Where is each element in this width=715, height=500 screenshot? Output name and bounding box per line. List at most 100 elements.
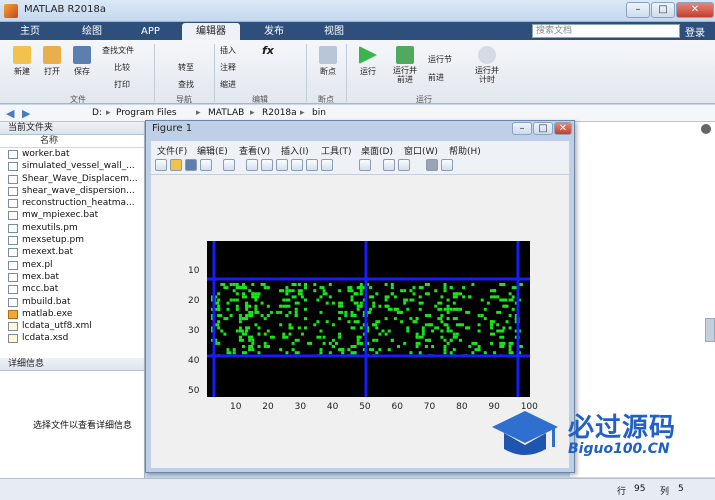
dot-mark [232,348,236,352]
tab-editor[interactable]: 编辑器 [182,23,240,40]
indent-button[interactable]: 缩进 [220,79,236,90]
dot-mark [452,292,458,296]
dot-mark [220,283,226,286]
run-section-button[interactable]: 运行节 [428,54,452,65]
close-icon[interactable] [701,124,711,134]
column-header-name[interactable]: 名称 [0,135,144,148]
dot-mark [480,314,484,317]
new-button[interactable]: 新建 [8,46,36,77]
breakpoints-button[interactable]: 断点 [314,46,342,77]
run-and-time-button[interactable]: 运行并 计时 [472,46,502,84]
file-item[interactable]: mcc.bat [0,283,144,295]
rotate-icon[interactable] [291,159,303,171]
dot-mark [297,289,303,293]
file-item[interactable]: lcdata.xsd [0,332,144,344]
path-drive[interactable]: D: [92,108,102,118]
insert-button[interactable]: 插入 [220,45,236,56]
show-plot-tools-icon[interactable] [441,159,453,171]
figure-minimize-button[interactable]: – [512,122,532,135]
search-input[interactable]: 搜索文档 [532,24,680,38]
zoom-out-icon[interactable] [261,159,273,171]
dot-mark [372,304,376,308]
hide-plot-tools-icon[interactable] [426,159,438,171]
find-button[interactable]: 查找 [178,79,194,90]
tab-home[interactable]: 主页 [6,23,54,40]
save-button[interactable]: 保存 [68,46,96,77]
comment-button[interactable]: 注释 [220,62,236,73]
file-item[interactable]: shear_wave_dispersion... [0,185,144,197]
dot-mark [462,295,466,299]
file-item[interactable]: matlab.exe [0,308,144,320]
login-link[interactable]: 登录 [685,24,705,39]
tab-view[interactable]: 视图 [310,23,358,40]
mat-file-icon [8,162,18,172]
file-item[interactable]: mexutils.pm [0,222,144,234]
zoom-in-icon[interactable] [246,159,258,171]
file-item[interactable]: mex.pl [0,259,144,271]
dot-mark [421,326,425,330]
file-item[interactable]: worker.bat [0,148,144,160]
file-item[interactable]: mexext.bat [0,246,144,258]
file-item[interactable]: simulated_vessel_wall_... [0,160,144,172]
open-icon[interactable] [170,159,182,171]
run-advance-button[interactable]: 运行并 前进 [390,46,420,84]
dot-mark [338,348,342,352]
file-item[interactable]: lcdata_utf8.xml [0,320,144,332]
dot-mark [387,307,393,311]
close-button[interactable]: ✕ [676,2,714,18]
tab-plots[interactable]: 绘图 [68,23,116,40]
compare-button[interactable]: 比较 [114,62,130,73]
forward-arrow-icon[interactable]: ▶ [22,107,30,120]
pan-icon[interactable] [276,159,288,171]
scrollbar-thumb[interactable] [705,318,715,342]
find-files-button[interactable]: 查找文件 [102,45,134,56]
minimize-button[interactable]: – [626,2,650,18]
file-item[interactable]: mex.bat [0,271,144,283]
file-name: mbuild.bat [22,296,71,307]
open-button[interactable]: 打开 [38,46,66,77]
dot-mark [297,292,303,296]
dot-mark [424,323,428,327]
run-advance-icon [396,46,414,64]
dot-mark [319,310,323,314]
tab-apps[interactable]: APP [127,23,174,40]
print-button[interactable]: 打印 [114,79,130,90]
stopwatch-icon [478,46,496,64]
path-segment[interactable]: bin [312,108,326,118]
file-item[interactable]: Shear_Wave_Displacem... [0,173,144,185]
fx-button[interactable]: fx [262,44,274,57]
run-button[interactable]: 运行 [354,46,382,77]
legend-icon[interactable] [398,159,410,171]
colorbar-icon[interactable] [383,159,395,171]
file-item[interactable]: mw_mpiexec.bat [0,209,144,221]
file-item[interactable]: mbuild.bat [0,296,144,308]
save-icon[interactable] [185,159,197,171]
data-cursor-icon[interactable] [306,159,318,171]
pointer-icon[interactable] [223,159,235,171]
dot-mark [338,301,344,305]
new-figure-icon[interactable] [155,159,167,171]
dot-mark [266,304,270,308]
goto-button[interactable]: 转至 [178,62,194,73]
dot-mark [449,338,453,342]
advance-button[interactable]: 前进 [428,72,444,83]
print-icon[interactable] [200,159,212,171]
dot-mark [421,332,425,336]
file-item[interactable]: mexsetup.pm [0,234,144,246]
maximize-button[interactable]: □ [651,2,675,18]
path-segment[interactable]: Program Files [116,108,177,118]
path-segment[interactable]: R2018a [262,108,297,118]
brush-icon[interactable] [321,159,333,171]
x-tick-label: 80 [456,402,468,412]
tab-publish[interactable]: 发布 [250,23,298,40]
back-arrow-icon[interactable]: ◀ [6,107,14,120]
link-plot-icon[interactable] [359,159,371,171]
image-plot[interactable] [207,241,530,397]
figure-close-button[interactable]: ✕ [554,122,572,135]
figure-maximize-button[interactable]: □ [533,122,553,135]
dot-mark [238,314,242,317]
dot-mark [462,286,466,290]
path-segment[interactable]: MATLAB [208,108,244,118]
dot-mark [446,329,450,333]
file-item[interactable]: reconstruction_heatma... [0,197,144,209]
